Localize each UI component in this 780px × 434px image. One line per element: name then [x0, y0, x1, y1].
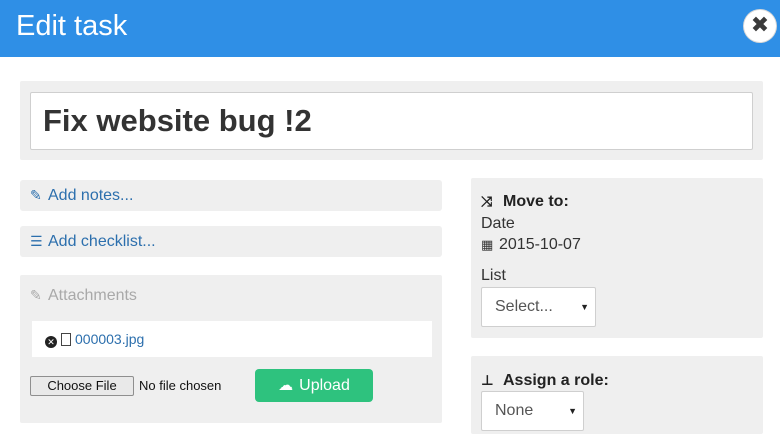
add-checklist-button[interactable]: ☰ Add checklist...	[20, 226, 442, 257]
role-select-value: None	[495, 402, 534, 419]
modal-title: Edit task	[16, 10, 128, 42]
move-to-panel: ⤨ Move to: Date ▦ 2015-10-07 List Select..…	[471, 178, 763, 338]
list-icon: ☰	[30, 233, 43, 249]
role-select[interactable]: None ▼	[481, 391, 584, 431]
add-notes-button[interactable]: ✎ Add notes...	[20, 180, 442, 211]
assign-role-panel: ⊥ Assign a role: None ▼	[471, 356, 763, 434]
attachment-item: ✕ 000003.jpg	[32, 321, 432, 357]
date-label: Date	[481, 215, 515, 232]
list-select[interactable]: Select... ▼	[481, 287, 596, 327]
calendar-icon: ▦	[481, 237, 494, 252]
add-checklist-label: Add checklist...	[48, 233, 156, 250]
paperclip-icon: ✎	[30, 287, 42, 303]
list-select-value: Select...	[495, 298, 553, 315]
choose-file-button[interactable]: Choose File	[30, 376, 134, 396]
attachments-panel: ✎ Attachments ✕ 000003.jpg Choose File No …	[20, 275, 442, 423]
task-title-well: Fix website bug !2	[20, 81, 763, 160]
list-label: List	[481, 267, 506, 284]
move-to-heading: ⤨ Move to:	[481, 191, 569, 212]
attachment-file-link[interactable]: 000003.jpg	[75, 331, 144, 347]
task-title-input[interactable]: Fix website bug !2	[30, 92, 753, 150]
move-to-heading-label: Move to:	[503, 193, 569, 210]
add-notes-label: Add notes...	[48, 187, 134, 204]
pencil-icon: ✎	[30, 187, 42, 203]
attachments-heading: ✎ Attachments	[30, 285, 137, 306]
modal-header: Edit task ✖	[0, 0, 780, 57]
date-value[interactable]: ▦ 2015-10-07	[481, 235, 581, 255]
chevron-down-icon: ▼	[580, 302, 589, 312]
remove-circle-icon[interactable]: ✕	[45, 336, 57, 348]
upload-label: Upload	[299, 377, 350, 394]
sitemap-icon: ⊥	[481, 372, 494, 388]
assign-role-heading: ⊥ Assign a role:	[481, 370, 609, 391]
shuffle-icon: ⤨	[481, 193, 493, 209]
file-icon	[61, 333, 71, 346]
attachments-heading-label: Attachments	[48, 287, 137, 304]
close-icon[interactable]: ✖	[744, 10, 776, 42]
cloud-upload-icon: ☁	[278, 377, 294, 394]
chevron-down-icon: ▼	[568, 406, 577, 416]
assign-role-heading-label: Assign a role:	[503, 372, 609, 389]
upload-button[interactable]: ☁ Upload	[255, 369, 373, 402]
date-value-text: 2015-10-07	[499, 236, 581, 253]
no-file-chosen-text: No file chosen	[139, 378, 222, 393]
